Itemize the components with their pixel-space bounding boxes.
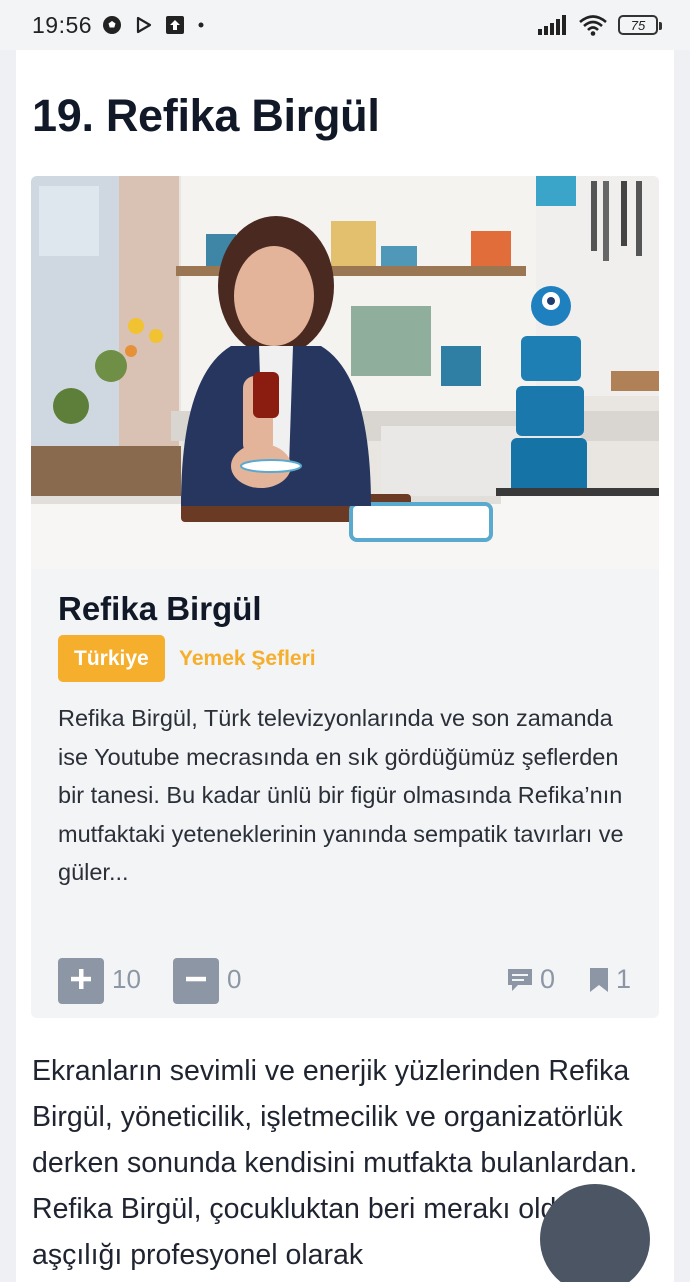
upvote-count: 10 <box>112 964 141 994</box>
downvote-button[interactable] <box>173 958 219 1004</box>
battery-level: 75 <box>630 17 646 33</box>
comment-icon[interactable] <box>506 966 534 999</box>
minus-icon <box>184 967 208 996</box>
football-icon <box>102 15 122 35</box>
system-icons: 75 <box>538 14 662 36</box>
bookmark-icon[interactable] <box>588 966 610 999</box>
card-excerpt: Refika Birgül, Türk televizyonlarında ve… <box>58 705 624 885</box>
notification-icons <box>102 15 204 35</box>
play-store-icon <box>136 16 152 34</box>
status-time: 19:56 <box>32 11 93 38</box>
upload-icon <box>166 16 185 34</box>
article-page: 19. Refika Birgül Refika Birgül Türkiye … <box>16 50 674 1282</box>
battery-icon: 75 <box>618 15 662 35</box>
country-tag[interactable]: Türkiye <box>58 635 165 682</box>
card-title[interactable]: Refika Birgül <box>58 590 262 628</box>
chef-photo[interactable] <box>31 176 659 569</box>
plus-icon <box>69 967 93 996</box>
signal-icon <box>538 15 568 35</box>
category-link[interactable]: Yemek Şefleri <box>179 635 316 682</box>
bookmark-count: 1 <box>616 964 632 994</box>
page-title: 19. Refika Birgül <box>32 90 380 141</box>
status-bar: 19:56 75 <box>0 0 690 50</box>
profile-card[interactable]: Refika Birgül Türkiye Yemek Şefleri Refi… <box>31 176 659 1018</box>
wifi-icon <box>578 14 608 36</box>
card-actions: 10 0 0 1 <box>58 958 638 1004</box>
comment-count: 0 <box>540 964 556 994</box>
dot-icon <box>198 22 204 28</box>
upvote-button[interactable] <box>58 958 104 1004</box>
downvote-count: 0 <box>227 964 242 994</box>
